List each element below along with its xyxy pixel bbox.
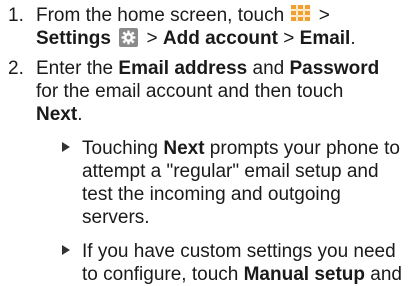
step-line: for the email account and then touch [36,81,344,102]
password-label: Password [289,58,380,79]
period: . [77,104,83,125]
step-text: Enter the Email address and Password for… [36,57,402,126]
separator: > [146,28,158,49]
bullet-line: to configure, touch Manual setup and [82,263,404,286]
period: . [350,28,356,49]
bullet-arrow-icon [62,245,70,255]
bullet-text-segment: prompts your phone to [204,138,400,159]
manual-setup-label: Manual setup [243,264,366,285]
bullet-line: attempt a "regular" email setup and [82,161,379,182]
bullet-text-segment: Touching [82,138,164,159]
step-text-segment: Enter the [36,58,119,79]
step-line: Next. [36,103,402,126]
bullet-text: If you have custom settings you need to … [82,240,404,286]
bullet-arrow-icon [62,142,70,152]
settings-gear-icon [119,28,139,47]
bullet-line: Touching Next prompts your phone to [82,137,404,160]
step-number: 2. [8,58,24,79]
bullet-text: Touching Next prompts your phone to atte… [82,137,404,229]
step-text: From the home screen, touch > Settings >… [36,4,402,50]
step-line: From the home screen, touch > [36,4,402,27]
bullet-line: test the incoming and outgoing [82,184,341,205]
step-line: Enter the Email address and Password [36,57,402,80]
step-text-segment: From the home screen, touch [36,5,285,26]
bullet-line: servers. [82,207,150,228]
settings-label: Settings [36,28,111,49]
email-label: Email [299,28,351,49]
next-label: Next [36,104,78,125]
next-label: Next [163,138,205,159]
bullet-line: If you have custom settings you need [82,241,396,262]
email-address-label: Email address [118,58,248,79]
bullet-text-segment: and [365,264,402,285]
apps-grid-icon [291,5,312,24]
step-number: 1. [8,5,24,26]
separator: > [283,28,295,49]
add-account-label: Add account [162,28,278,49]
bullet-text-segment: to configure, touch [82,264,244,285]
step-text-segment: and [247,58,290,79]
step-line: Settings > Add account > Email. [36,27,402,50]
separator: > [318,5,330,26]
